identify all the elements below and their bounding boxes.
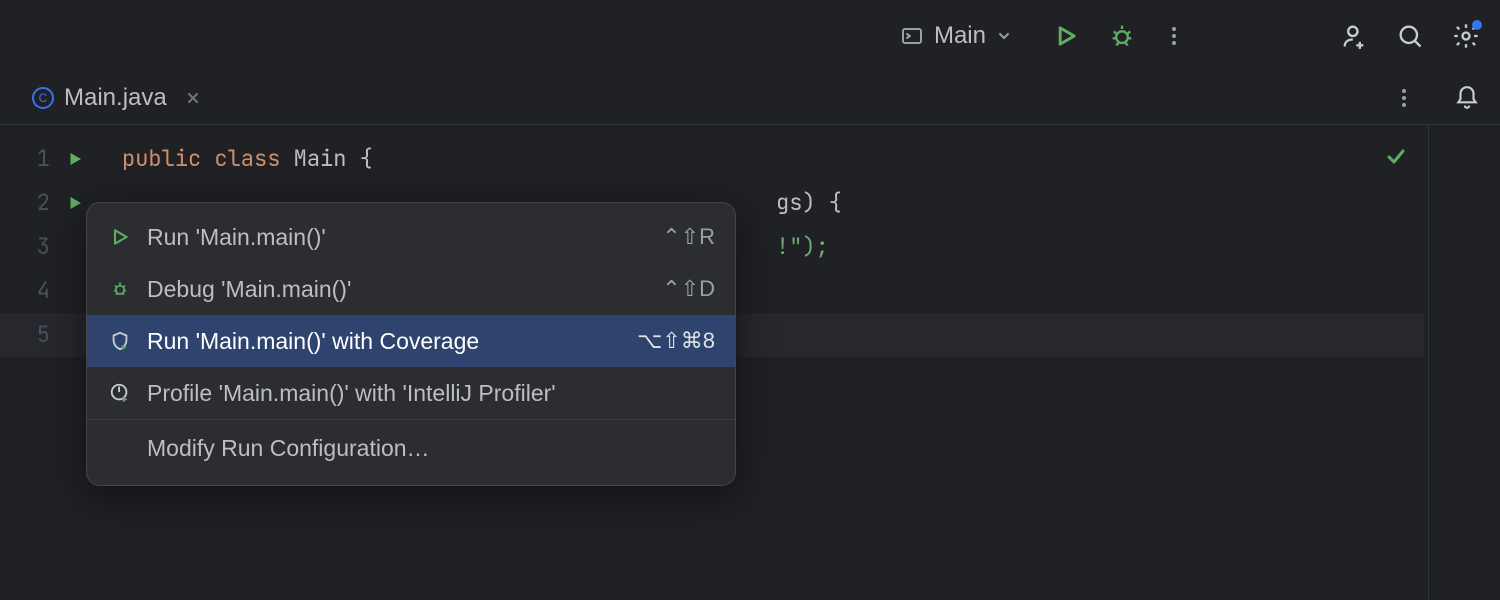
menu-modify-config[interactable]: Modify Run Configuration… [87, 419, 735, 477]
editor-tab-main[interactable]: C Main.java [18, 72, 215, 124]
menu-label: Profile 'Main.main()' with 'IntelliJ Pro… [147, 380, 556, 407]
settings-update-badge [1472, 20, 1482, 30]
tab-filename: Main.java [64, 84, 167, 112]
menu-shortcut: ⌥⇧⌘8 [637, 328, 715, 354]
shield-run-icon [107, 330, 133, 352]
bug-icon [107, 279, 133, 299]
menu-run-coverage[interactable]: Run 'Main.main()' with Coverage ⌥⇧⌘8 [87, 315, 735, 367]
run-gutter-icon[interactable] [66, 150, 84, 168]
line-number: 2 [0, 181, 50, 225]
line-number: 1 [0, 137, 50, 181]
code-line: public class Main { [116, 137, 1500, 181]
line-number: 4 [0, 269, 50, 313]
line-number: 3 [0, 225, 50, 269]
menu-label: Modify Run Configuration… [147, 435, 430, 462]
run-gutter-icon[interactable] [66, 194, 84, 212]
more-actions-button[interactable] [1164, 22, 1184, 50]
menu-shortcut: ⌃⇧D [662, 276, 715, 302]
editor-tab-bar: C Main.java [0, 72, 1500, 124]
chevron-down-icon [996, 28, 1012, 44]
line-number-gutter: 1 2 3 4 5 [0, 125, 62, 600]
menu-label: Debug 'Main.main()' [147, 276, 351, 303]
menu-shortcut: ⌃⇧R [662, 224, 715, 250]
menu-label: Run 'Main.main()' [147, 224, 326, 251]
add-user-icon[interactable] [1340, 22, 1368, 50]
svg-text:C: C [39, 91, 48, 105]
debug-button[interactable] [1108, 22, 1136, 50]
menu-run[interactable]: Run 'Main.main()' ⌃⇧R [87, 211, 735, 263]
settings-icon[interactable] [1452, 22, 1480, 50]
gutter-context-menu: Run 'Main.main()' ⌃⇧R Debug 'Main.main()… [86, 202, 736, 486]
close-tab-icon[interactable] [185, 90, 201, 106]
menu-label: Run 'Main.main()' with Coverage [147, 328, 479, 355]
menu-debug[interactable]: Debug 'Main.main()' ⌃⇧D [87, 263, 735, 315]
notifications-icon[interactable] [1454, 85, 1480, 111]
inspection-ok-icon[interactable] [1384, 145, 1408, 169]
search-icon[interactable] [1396, 22, 1424, 50]
run-config-selector[interactable]: Main [888, 16, 1024, 56]
run-button[interactable] [1052, 22, 1080, 50]
run-config-label: Main [934, 22, 986, 50]
run-icon [107, 227, 133, 247]
class-file-icon: C [32, 87, 54, 109]
profiler-icon [107, 382, 133, 404]
line-number: 5 [0, 313, 50, 357]
right-tool-rail [1428, 125, 1500, 600]
terminal-icon [900, 24, 924, 48]
main-toolbar: Main [0, 0, 1500, 72]
tab-more-icon[interactable] [1394, 86, 1414, 110]
menu-profile[interactable]: Profile 'Main.main()' with 'IntelliJ Pro… [87, 367, 735, 419]
